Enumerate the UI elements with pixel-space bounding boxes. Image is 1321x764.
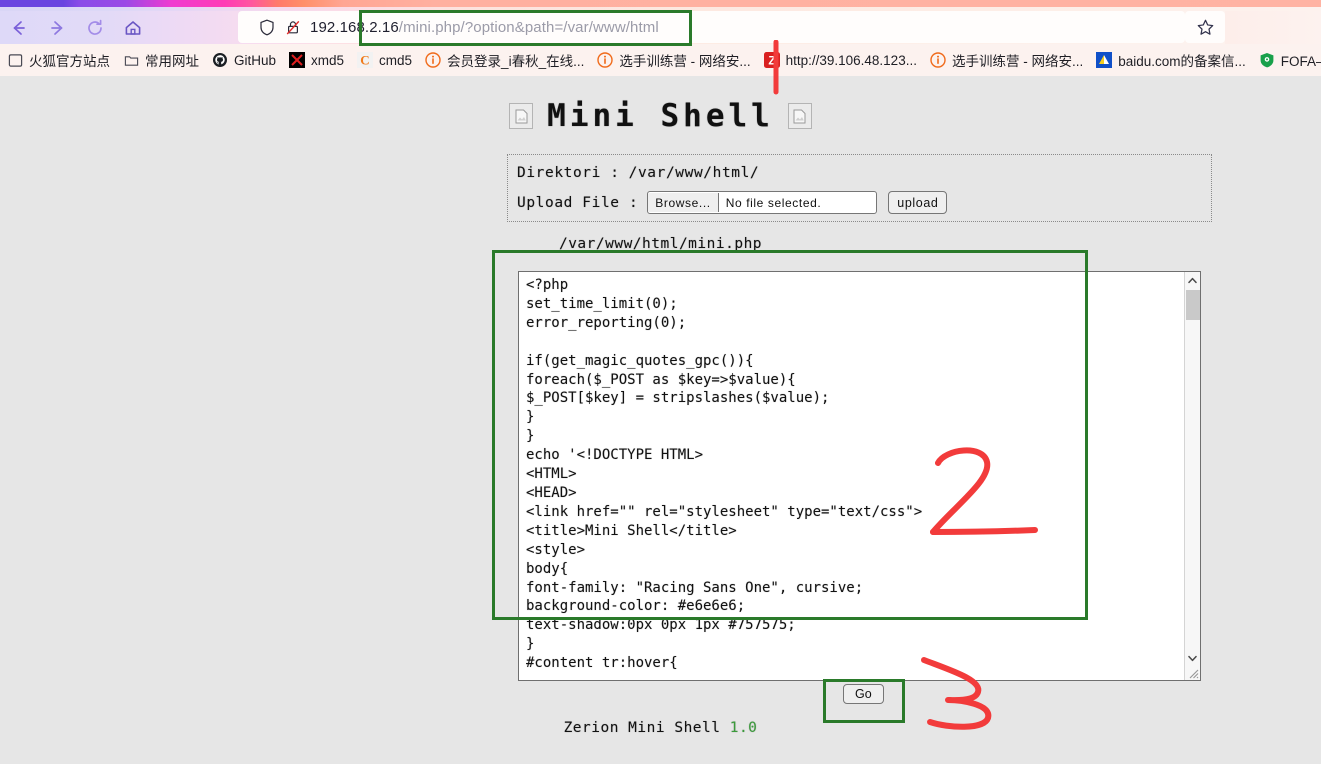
bookmark-label: FOFA——强大的网络... <box>1280 54 1321 69</box>
bookmark-label: 会员登录_i春秋_在线... <box>447 54 585 69</box>
chevron-down-icon[interactable] <box>1185 650 1200 666</box>
bookmarks-bar: 火狐官方站点 常用网址 GitHub xmd5 C cmd5 会员登录_i春秋_… <box>0 44 1321 77</box>
url-highlight-box <box>359 10 692 46</box>
svg-text:C: C <box>360 53 369 68</box>
bookmark-item-fofa[interactable]: FOFA——强大的网络... <box>1252 44 1321 76</box>
bookmark-label: 选手训练营 - 网络安... <box>951 54 1084 69</box>
bookmark-item-xmd5[interactable]: xmd5 <box>282 44 350 76</box>
page-content: Mini Shell Direktori : /var/www/html/ Up… <box>0 76 1321 764</box>
file-status-text: No file selected. <box>725 195 822 210</box>
upload-row: Upload File : Browse... No file selected… <box>517 191 948 214</box>
directory-upload-panel: Direktori : /var/www/html/ Upload File :… <box>507 154 1212 222</box>
beian-icon <box>1095 51 1113 69</box>
upload-label: Upload File : <box>517 194 639 211</box>
bookmark-label: xmd5 <box>311 52 345 68</box>
folder-icon <box>122 51 140 69</box>
forward-button[interactable] <box>38 11 76 44</box>
footer: Zerion Mini Shell 1.0 <box>0 720 1321 736</box>
bookmark-item-ichunqiu-login[interactable]: 会员登录_i春秋_在线... <box>418 44 590 76</box>
fofa-icon <box>1258 51 1276 69</box>
bookmark-label: 选手训练营 - 网络安... <box>619 54 751 69</box>
bookmark-item-github[interactable]: GitHub <box>205 44 282 76</box>
ichunqiu-icon <box>596 51 614 69</box>
tab-strip <box>0 0 1321 7</box>
home-button[interactable] <box>114 11 152 44</box>
chevron-up-icon[interactable] <box>1185 272 1200 288</box>
bookmark-star-button[interactable] <box>1185 11 1225 43</box>
code-highlight-box <box>492 250 1088 620</box>
reload-button[interactable] <box>76 11 114 44</box>
cmd5-icon: C <box>356 51 374 69</box>
svg-text:Z: Z <box>768 53 775 67</box>
bookmark-label: baidu.com的备案信... <box>1118 54 1246 69</box>
bookmark-item-firefox[interactable]: 火狐官方站点 <box>0 44 116 76</box>
bookmark-item-training-camp-2[interactable]: 选手训练营 - 网络安... <box>923 44 1089 76</box>
github-icon <box>211 51 229 69</box>
bookmark-item-cmd5[interactable]: C cmd5 <box>350 44 418 76</box>
directory-value: /var/www/html/ <box>628 165 760 181</box>
directory-label: Direktori : <box>517 165 620 181</box>
bookmark-label: 常用网址 <box>145 54 199 69</box>
go-highlight-box <box>823 679 905 723</box>
bookmark-item-zoomeye[interactable]: Z http://39.106.48.123... <box>757 44 923 76</box>
bookmark-label: http://39.106.48.123... <box>785 52 917 68</box>
ichunqiu-icon <box>424 51 442 69</box>
bookmark-item-beian[interactable]: baidu.com的备案信... <box>1089 44 1252 76</box>
resize-grip-icon[interactable] <box>1186 666 1199 679</box>
browse-button[interactable]: Browse... <box>648 193 719 212</box>
page-title-row: Mini Shell <box>0 98 1321 134</box>
star-icon <box>1197 19 1213 35</box>
lock-crossed-icon[interactable] <box>280 11 306 43</box>
shield-icon[interactable] <box>254 11 280 43</box>
editor-scrollbar[interactable] <box>1184 272 1200 680</box>
zoomeye-icon: Z <box>763 51 781 69</box>
back-button[interactable] <box>0 11 38 44</box>
xmd5-icon <box>288 51 306 69</box>
bookmark-label: cmd5 <box>379 52 413 68</box>
scrollbar-thumb[interactable] <box>1186 290 1200 320</box>
bookmark-label: GitHub <box>234 52 277 68</box>
broken-image-icon <box>787 103 812 129</box>
bookmark-item-common-urls[interactable]: 常用网址 <box>116 44 205 76</box>
toolbar-right-filler <box>1225 11 1321 44</box>
navigation-buttons <box>0 11 152 44</box>
ichunqiu-icon <box>929 51 947 69</box>
firefox-bookmark-icon <box>6 51 24 69</box>
page-title: Mini Shell <box>547 98 774 134</box>
footer-version: 1.0 <box>729 720 758 736</box>
broken-image-icon <box>509 103 534 129</box>
file-input[interactable]: Browse... No file selected. <box>647 191 878 214</box>
footer-text: Zerion Mini Shell <box>563 720 730 736</box>
bookmark-label: 火狐官方站点 <box>29 54 110 69</box>
upload-button[interactable]: upload <box>888 191 948 214</box>
bookmark-item-training-camp-1[interactable]: 选手训练营 - 网络安... <box>590 44 756 76</box>
directory-row: Direktori : /var/www/html/ <box>517 165 759 181</box>
